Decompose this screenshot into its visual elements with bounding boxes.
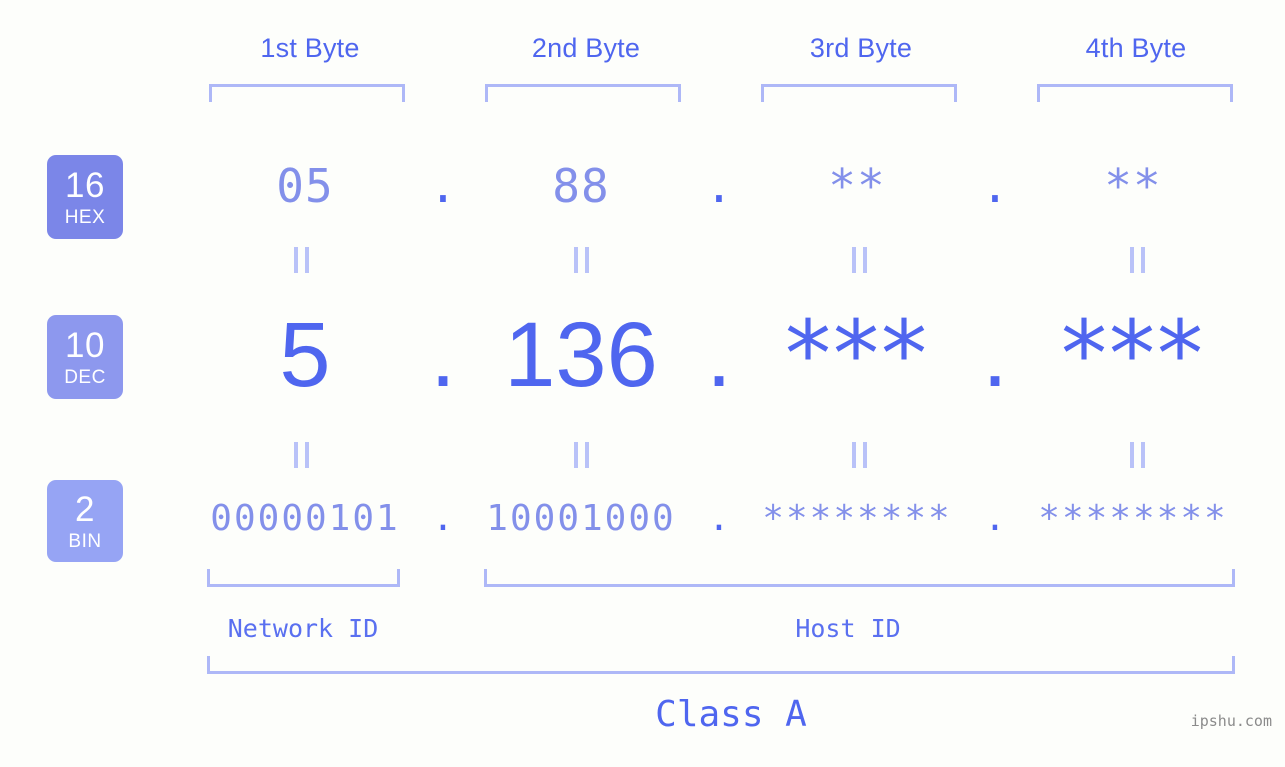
byte-bracket-top-1 <box>209 84 405 102</box>
dec-separator-3: . <box>982 304 1008 406</box>
byte-bracket-top-2 <box>485 84 681 102</box>
hex-separator-3: . <box>981 159 1009 213</box>
hex-byte-1: 05 <box>276 159 334 213</box>
hex-value-row: 05 . 88 . ** . ** <box>150 150 1285 222</box>
network-id-bracket <box>207 569 400 587</box>
bin-byte-3: ******** <box>762 498 952 539</box>
dec-separator-2: . <box>706 304 732 406</box>
hex-separator-2: . <box>705 159 733 213</box>
hex-byte-3: ** <box>828 159 886 213</box>
bin-byte-2: 10001000 <box>486 498 676 539</box>
dec-byte-4: *** <box>1061 301 1205 408</box>
hex-byte-4: ** <box>1104 159 1162 213</box>
dec-byte-3: *** <box>785 301 929 408</box>
dec-byte-1: 5 <box>279 304 331 406</box>
base-badge-hex-name: HEX <box>64 206 106 228</box>
byte-bracket-top-3 <box>761 84 957 102</box>
equals-connector-dec-bin-1 <box>288 442 314 468</box>
equals-connector-dec-bin-3 <box>846 442 872 468</box>
network-id-label: Network ID <box>227 614 379 643</box>
equals-connector-hex-dec-4 <box>1124 247 1150 273</box>
byte-header-4: 4th Byte <box>1085 33 1187 63</box>
site-watermark: ipshu.com <box>1190 712 1272 730</box>
host-id-label: Host ID <box>795 614 901 643</box>
bin-separator-1: . <box>432 498 454 539</box>
dec-value-row: 5 . 136 . *** . *** <box>150 300 1285 410</box>
bin-byte-1: 00000101 <box>210 498 400 539</box>
base-badge-bin-name: BIN <box>68 530 102 552</box>
hex-separator-1: . <box>429 159 457 213</box>
equals-connector-hex-dec-1 <box>288 247 314 273</box>
base-badge-dec-name: DEC <box>64 366 106 388</box>
dec-byte-2: 136 <box>504 304 658 406</box>
host-id-bracket <box>484 569 1235 587</box>
base-badge-bin: 2 BIN <box>47 480 123 562</box>
byte-header-1: 1st Byte <box>260 33 360 63</box>
bin-value-row: 00000101 . 10001000 . ******** . *******… <box>150 488 1285 550</box>
base-badge-bin-number: 2 <box>75 489 95 529</box>
equals-connector-hex-dec-2 <box>568 247 594 273</box>
equals-connector-dec-bin-4 <box>1124 442 1150 468</box>
bin-separator-2: . <box>708 498 730 539</box>
equals-connector-hex-dec-3 <box>846 247 872 273</box>
byte-bracket-top-4 <box>1037 84 1233 102</box>
class-label: Class A <box>655 694 807 735</box>
dec-separator-1: . <box>430 304 456 406</box>
ip-byte-breakdown-diagram: 1st Byte 2nd Byte 3rd Byte 4th Byte 16 H… <box>0 0 1285 767</box>
base-badge-hex: 16 HEX <box>47 155 123 239</box>
equals-connector-dec-bin-2 <box>568 442 594 468</box>
hex-byte-2: 88 <box>552 159 610 213</box>
base-badge-hex-number: 16 <box>65 165 105 205</box>
byte-header-3: 3rd Byte <box>809 33 913 63</box>
byte-header-2: 2nd Byte <box>531 33 641 63</box>
base-badge-dec: 10 DEC <box>47 315 123 399</box>
bin-byte-4: ******** <box>1038 498 1228 539</box>
base-badge-dec-number: 10 <box>65 325 105 365</box>
bin-separator-3: . <box>984 498 1006 539</box>
class-bracket <box>207 656 1235 674</box>
